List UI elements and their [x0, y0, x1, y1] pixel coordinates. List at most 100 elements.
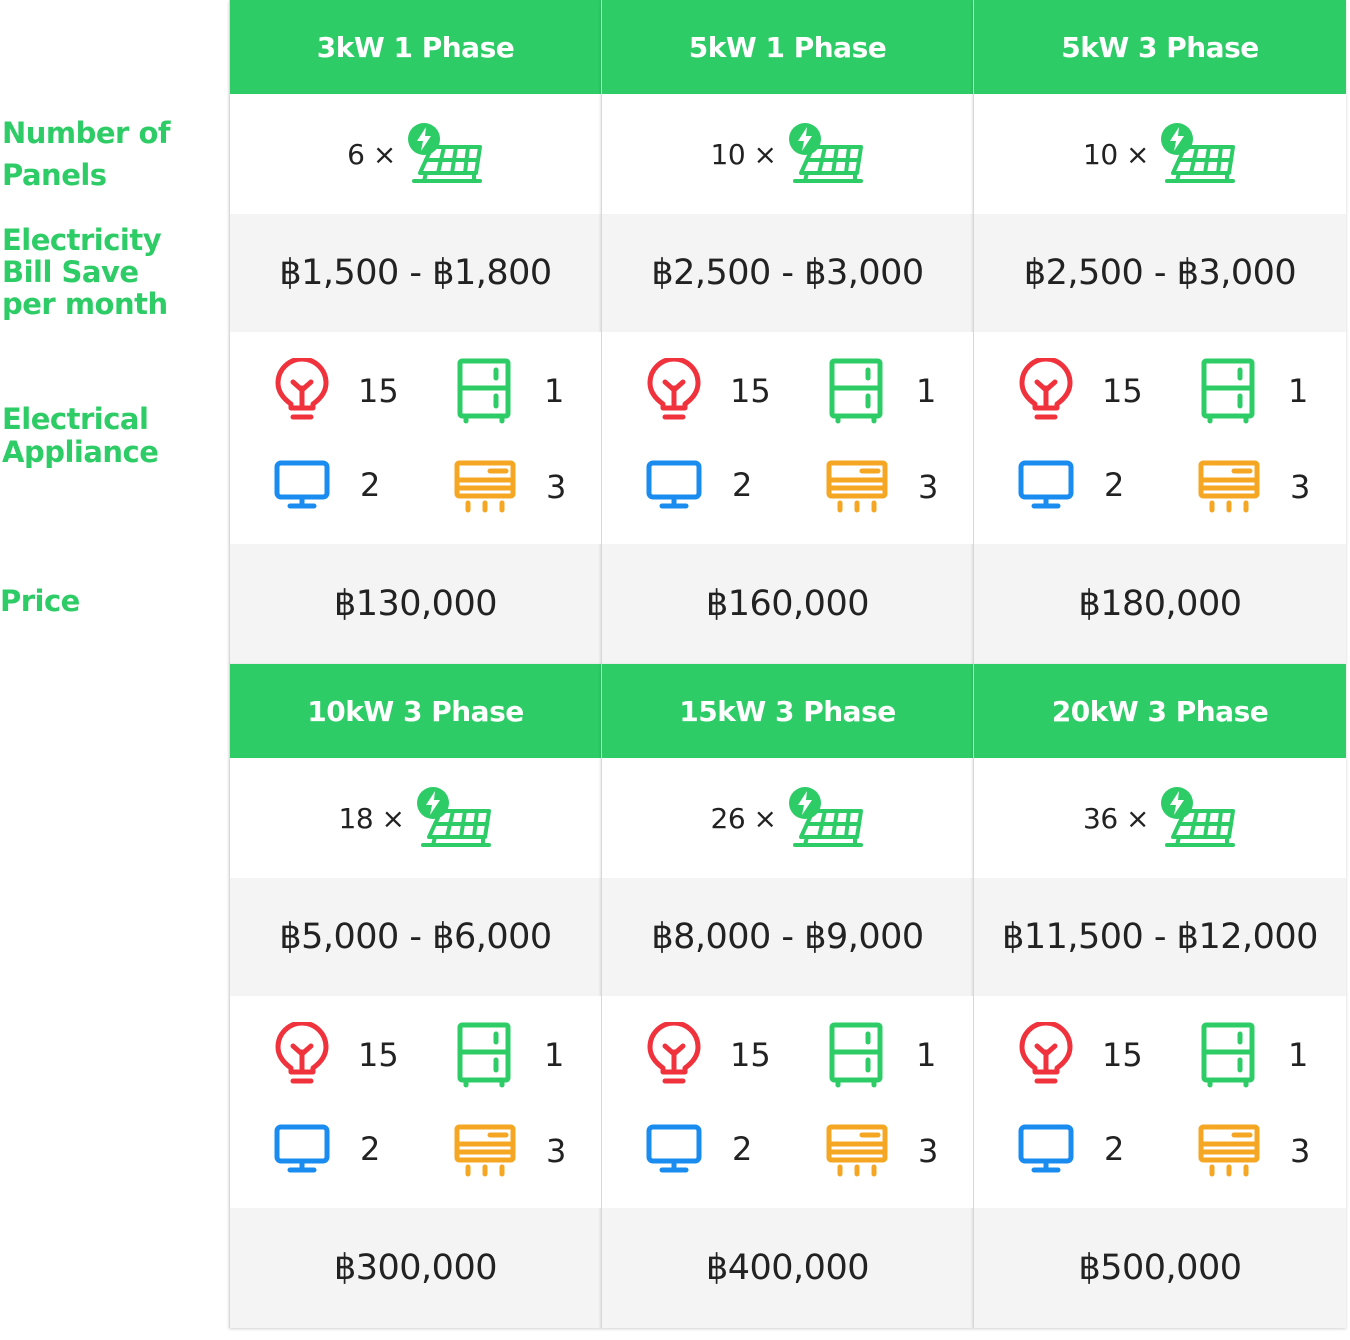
panel-count: 26 ×	[710, 801, 778, 835]
refrigerator-icon	[456, 1022, 512, 1088]
plan-card: 5kW 3 Phase 10 × ฿2,500 - ฿3,000 15 1 2 …	[973, 0, 1346, 664]
bulb-count: 15	[358, 1036, 399, 1074]
plan-card: 15kW 3 Phase 26 × ฿8,000 - ฿9,000 15 1 2…	[601, 664, 973, 1328]
label-electrical-appliance: Electrical Appliance	[2, 402, 159, 469]
appliance-ac: 3	[454, 1124, 566, 1178]
tv-icon	[646, 1124, 702, 1174]
refrigerator-icon	[828, 1022, 884, 1088]
appliance-bulb: 15	[1018, 358, 1143, 424]
plan-card: 10kW 3 Phase 18 × ฿5,000 - ฿6,000 15 1 2…	[229, 664, 601, 1328]
appliance-tv: 2	[1018, 460, 1124, 510]
ac-count: 3	[1290, 1132, 1311, 1170]
tv-icon	[274, 460, 330, 510]
air-conditioner-icon	[1198, 460, 1260, 514]
plan-title: 15kW 3 Phase	[602, 664, 973, 758]
bill-save-value: ฿2,500 - ฿3,000	[974, 214, 1346, 332]
tv-count: 2	[1104, 1130, 1125, 1168]
plan-card: 3kW 1 Phase 6 × ฿1,500 - ฿1,800 15 1 2 3…	[229, 0, 601, 664]
bill-save-value: ฿8,000 - ฿9,000	[602, 878, 973, 996]
appliance-row: 15 1 2 3	[230, 332, 601, 544]
tv-count: 2	[1104, 466, 1125, 504]
air-conditioner-icon	[826, 1124, 888, 1178]
air-conditioner-icon	[1198, 1124, 1260, 1178]
appliance-row: 15 1 2 3	[974, 996, 1346, 1208]
appliance-fridge: 1	[1200, 1022, 1308, 1088]
tv-count: 2	[732, 1130, 753, 1168]
price-value: ฿500,000	[974, 1208, 1346, 1328]
panel-count: 6 ×	[347, 137, 396, 171]
plan-title: 20kW 3 Phase	[974, 664, 1346, 758]
ac-count: 3	[918, 1132, 939, 1170]
appliance-fridge: 1	[828, 1022, 936, 1088]
refrigerator-icon	[828, 358, 884, 424]
panel-count-row: 10 ×	[602, 94, 973, 214]
appliance-fridge: 1	[456, 1022, 564, 1088]
appliance-fridge: 1	[1200, 358, 1308, 424]
appliance-row: 15 1 2 3	[230, 996, 601, 1208]
bill-save-value: ฿11,500 - ฿12,000	[974, 878, 1346, 996]
appliance-bulb: 15	[646, 358, 771, 424]
fridge-count: 1	[544, 372, 565, 410]
ac-count: 3	[1290, 468, 1311, 506]
tv-icon	[646, 460, 702, 510]
panel-count: 36 ×	[1083, 801, 1150, 835]
light-bulb-icon	[274, 358, 330, 424]
tv-icon	[274, 1124, 330, 1174]
panel-count-row: 36 ×	[974, 758, 1346, 878]
appliance-ac: 3	[826, 460, 938, 514]
plan-title: 10kW 3 Phase	[230, 664, 601, 758]
fridge-count: 1	[916, 372, 937, 410]
appliance-tv: 2	[274, 1124, 380, 1174]
panel-count: 10 ×	[1083, 137, 1150, 171]
ac-count: 3	[546, 468, 567, 506]
light-bulb-icon	[274, 1022, 330, 1088]
row-labels: Number of Panels Electricity Bill Save p…	[0, 0, 228, 1340]
air-conditioner-icon	[454, 1124, 516, 1178]
light-bulb-icon	[646, 358, 702, 424]
appliance-tv: 2	[646, 1124, 752, 1174]
refrigerator-icon	[1200, 1022, 1256, 1088]
fridge-count: 1	[916, 1036, 937, 1074]
bill-save-value: ฿1,500 - ฿1,800	[230, 214, 601, 332]
appliance-ac: 3	[454, 460, 566, 514]
price-value: ฿180,000	[974, 544, 1346, 664]
label-price: Price	[0, 584, 80, 618]
bulb-count: 15	[1102, 1036, 1143, 1074]
bulb-count: 15	[358, 372, 399, 410]
appliance-tv: 2	[1018, 1124, 1124, 1174]
appliance-tv: 2	[274, 460, 380, 510]
label-number-of-panels: Number of Panels	[2, 116, 171, 192]
appliance-ac: 3	[826, 1124, 938, 1178]
panel-count-row: 10 ×	[974, 94, 1346, 214]
tv-count: 2	[732, 466, 753, 504]
light-bulb-icon	[1018, 358, 1074, 424]
ac-count: 3	[546, 1132, 567, 1170]
solar-panel-icon	[406, 121, 484, 187]
price-value: ฿160,000	[602, 544, 973, 664]
appliance-ac: 3	[1198, 460, 1310, 514]
ac-count: 3	[918, 468, 939, 506]
price-value: ฿400,000	[602, 1208, 973, 1328]
appliance-row: 15 1 2 3	[602, 996, 973, 1208]
solar-panel-icon	[1159, 785, 1237, 851]
panel-count-row: 18 ×	[230, 758, 601, 878]
bulb-count: 15	[1102, 372, 1143, 410]
light-bulb-icon	[646, 1022, 702, 1088]
bulb-count: 15	[730, 372, 771, 410]
fridge-count: 1	[1288, 1036, 1309, 1074]
bill-save-value: ฿2,500 - ฿3,000	[602, 214, 973, 332]
refrigerator-icon	[456, 358, 512, 424]
plan-title: 3kW 1 Phase	[230, 0, 601, 94]
plan-grid: 3kW 1 Phase 6 × ฿1,500 - ฿1,800 15 1 2 3…	[229, 0, 1346, 1328]
air-conditioner-icon	[454, 460, 516, 514]
panel-count: 10 ×	[710, 137, 778, 171]
plan-title: 5kW 3 Phase	[974, 0, 1346, 94]
appliance-row: 15 1 2 3	[974, 332, 1346, 544]
refrigerator-icon	[1200, 358, 1256, 424]
appliance-fridge: 1	[456, 358, 564, 424]
plan-card: 20kW 3 Phase 36 × ฿11,500 - ฿12,000 15 1…	[973, 664, 1346, 1328]
bill-save-value: ฿5,000 - ฿6,000	[230, 878, 601, 996]
tv-count: 2	[360, 1130, 381, 1168]
bulb-count: 15	[730, 1036, 771, 1074]
appliance-ac: 3	[1198, 1124, 1310, 1178]
